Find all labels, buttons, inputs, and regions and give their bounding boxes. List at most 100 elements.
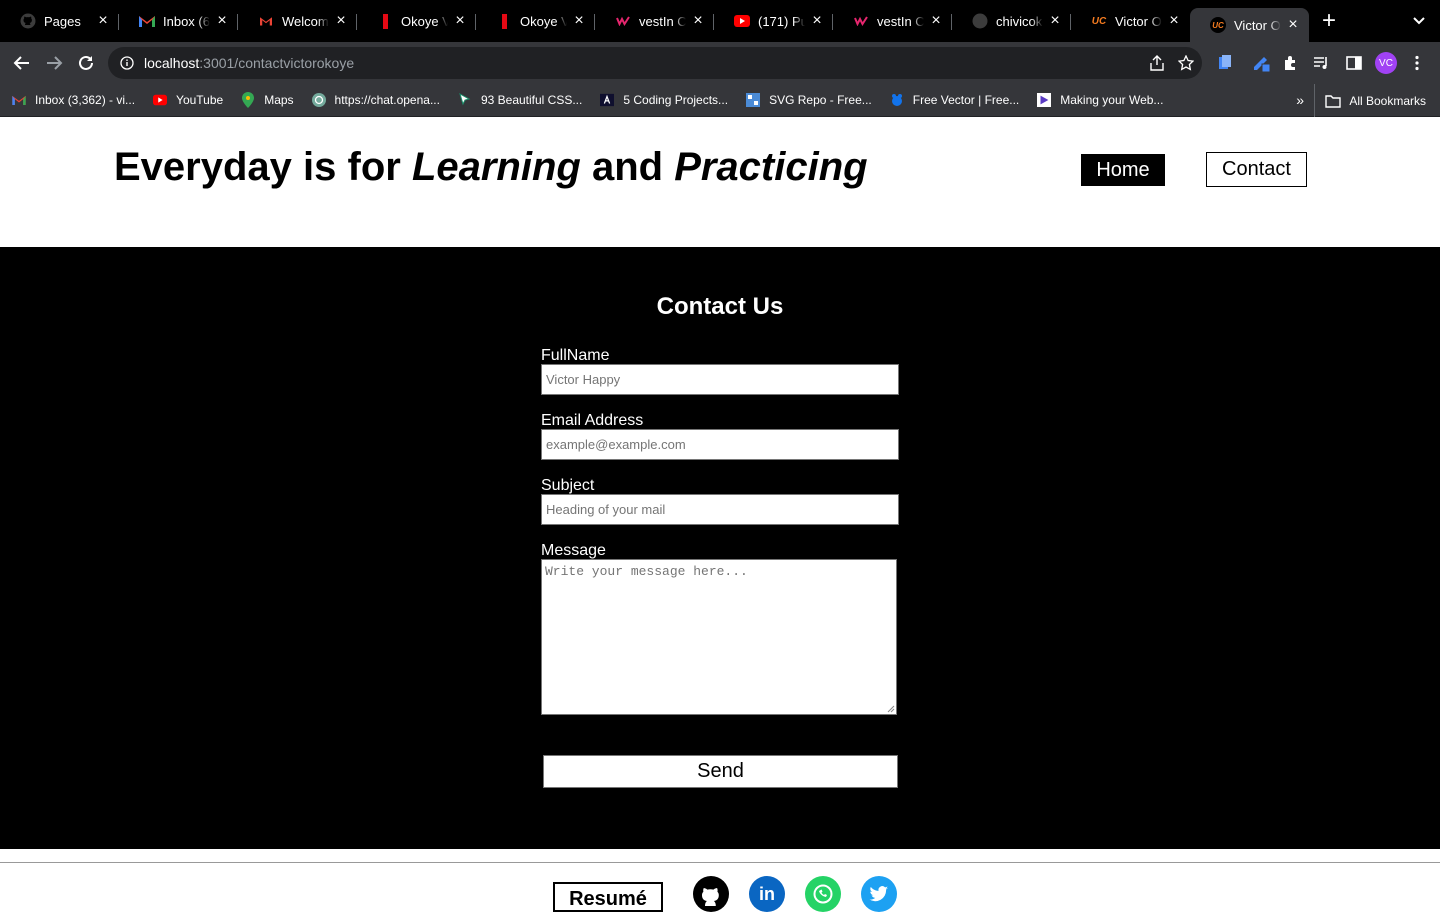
- side-panel-icon[interactable]: [1346, 42, 1362, 84]
- share-icon[interactable]: [1150, 55, 1164, 71]
- extension-pencil-icon[interactable]: [1252, 42, 1272, 84]
- bookmark-inbox[interactable]: Inbox (3,362) - vi...: [12, 93, 135, 107]
- uc-icon: UC: [1210, 17, 1226, 33]
- tab-victor-active[interactable]: UC Victor Ok ×: [1190, 8, 1309, 42]
- resume-button[interactable]: Resumé: [553, 882, 663, 912]
- maps-icon: [241, 92, 255, 108]
- tab-vestin-1[interactable]: vestIn Co ×: [595, 0, 714, 42]
- profile-avatar[interactable]: VC: [1375, 42, 1397, 84]
- twitter-icon[interactable]: [861, 876, 897, 912]
- back-button[interactable]: [6, 47, 38, 79]
- forward-button[interactable]: [38, 47, 70, 79]
- bookmark-svgrepo[interactable]: SVG Repo - Free...: [746, 93, 872, 107]
- linkedin-icon[interactable]: in: [749, 876, 785, 912]
- chevron-down-icon[interactable]: [1412, 14, 1426, 28]
- bookmark-css[interactable]: 93 Beautiful CSS...: [458, 93, 582, 107]
- send-button[interactable]: Send: [543, 755, 898, 788]
- tab-inbox[interactable]: Inbox (6,8 ×: [119, 0, 238, 42]
- tab-youtube[interactable]: (171) Publ ×: [714, 0, 833, 42]
- resize-grip-icon[interactable]: [886, 704, 895, 713]
- tab-victor-1[interactable]: UC Victor Ok ×: [1071, 0, 1190, 42]
- arrow-left-icon: [13, 56, 29, 70]
- all-bookmarks-button[interactable]: All Bookmarks: [1314, 84, 1426, 117]
- close-icon[interactable]: ×: [928, 13, 944, 29]
- contact-title: Contact Us: [656, 293, 784, 320]
- fullname-input[interactable]: Victor Happy: [541, 364, 899, 395]
- close-icon[interactable]: ×: [1047, 13, 1063, 29]
- nav-home-link[interactable]: Home: [1081, 154, 1165, 186]
- tab-title: vestIn Co: [639, 13, 686, 29]
- tab-pages[interactable]: Pages ×: [0, 0, 119, 42]
- svgrepo-icon: [746, 93, 761, 107]
- page-content: Everyday is for Learning and Practicing …: [0, 117, 1440, 912]
- message-label: Message: [541, 542, 606, 559]
- tab-okoye-2[interactable]: Okoye Vic ×: [476, 0, 595, 42]
- email-placeholder: example@example.com: [546, 437, 686, 452]
- tab-welcome[interactable]: Welcome ×: [238, 0, 357, 42]
- nav-contact-link[interactable]: Contact: [1206, 152, 1307, 187]
- red-bar-icon: [377, 13, 393, 29]
- tab-okoye-1[interactable]: Okoye Vic ×: [357, 0, 476, 42]
- tab-title: Okoye Vic: [401, 13, 448, 29]
- uc-icon: UC: [1091, 15, 1107, 27]
- close-icon[interactable]: ×: [214, 13, 230, 29]
- youtube-icon: [153, 93, 168, 107]
- site-footer: Resumé in: [0, 849, 1440, 912]
- email-input[interactable]: example@example.com: [541, 429, 899, 460]
- tab-vestin-2[interactable]: vestIn Co ×: [833, 0, 952, 42]
- tab-title: Inbox (6,8: [163, 13, 210, 29]
- reload-icon: [79, 55, 93, 70]
- puzzle-icon[interactable]: [1282, 42, 1298, 84]
- bookmark-making[interactable]: Making your Web...: [1037, 93, 1163, 107]
- bookmark-coding[interactable]: 5 Coding Projects...: [600, 93, 728, 107]
- bookmark-label: Maps: [264, 93, 294, 107]
- close-icon[interactable]: ×: [1285, 17, 1301, 33]
- tab-title: Pages: [44, 13, 81, 29]
- close-icon[interactable]: ×: [95, 13, 111, 29]
- tab-title: (171) Publ: [758, 13, 805, 29]
- close-icon[interactable]: ×: [333, 13, 349, 29]
- close-icon[interactable]: ×: [1166, 13, 1182, 29]
- footer-divider: [0, 862, 1440, 863]
- page-title: Everyday is for Learning and Practicing: [114, 145, 868, 189]
- message-textarea[interactable]: Write your message here...: [541, 559, 897, 715]
- bookmarks-bar: Inbox (3,362) - vi... YouTube Maps https…: [0, 84, 1440, 117]
- tab-title: vestIn Co: [877, 13, 924, 29]
- close-icon[interactable]: ×: [452, 13, 468, 29]
- bookmark-label: 93 Beautiful CSS...: [480, 93, 583, 107]
- whatsapp-icon[interactable]: [805, 876, 841, 912]
- github-icon[interactable]: [693, 876, 729, 912]
- address-bar[interactable]: localhost:3001/contactvictorokoye: [108, 47, 1202, 79]
- close-icon[interactable]: ×: [809, 13, 825, 29]
- bookmark-label: YouTube: [176, 93, 224, 107]
- site-header: Everyday is for Learning and Practicing …: [0, 117, 1440, 247]
- message-placeholder: Write your message here...: [545, 564, 748, 579]
- github-icon: [972, 13, 988, 29]
- close-icon[interactable]: ×: [571, 13, 587, 29]
- close-icon[interactable]: ×: [690, 13, 706, 29]
- reload-button[interactable]: [70, 47, 102, 79]
- webflow-icon: [853, 13, 869, 29]
- bookmark-chat[interactable]: https://chat.opena...: [311, 93, 440, 107]
- bookmark-label: SVG Repo - Free...: [769, 93, 872, 107]
- cursor-icon: [458, 93, 472, 107]
- tab-strip: Pages × Inbox (6,8 × Welcome × Okoye Vic…: [0, 0, 1440, 42]
- bookmarks-overflow-button[interactable]: »: [1296, 92, 1304, 108]
- youtube-icon: [734, 13, 750, 29]
- media-queue-icon[interactable]: [1313, 42, 1329, 84]
- star-icon[interactable]: [1178, 55, 1194, 71]
- tab-title: Welcome: [282, 13, 329, 29]
- kebab-menu-icon[interactable]: [1414, 42, 1420, 84]
- bookmark-maps[interactable]: Maps: [241, 92, 294, 108]
- arrow-right-icon: [47, 56, 63, 70]
- new-tab-button[interactable]: +: [1309, 0, 1349, 42]
- subject-input[interactable]: Heading of your mail: [541, 494, 899, 525]
- red-bar-icon: [496, 13, 512, 29]
- tab-title: chivicoko: [996, 13, 1043, 29]
- info-icon[interactable]: [120, 56, 134, 70]
- tab-chivicoko[interactable]: chivicoko ×: [952, 0, 1071, 42]
- extension-docs-icon[interactable]: [1218, 42, 1232, 84]
- bookmark-youtube[interactable]: YouTube: [153, 93, 223, 107]
- folder-icon: [1325, 94, 1342, 108]
- bookmark-freepik[interactable]: Free Vector | Free...: [890, 93, 1019, 107]
